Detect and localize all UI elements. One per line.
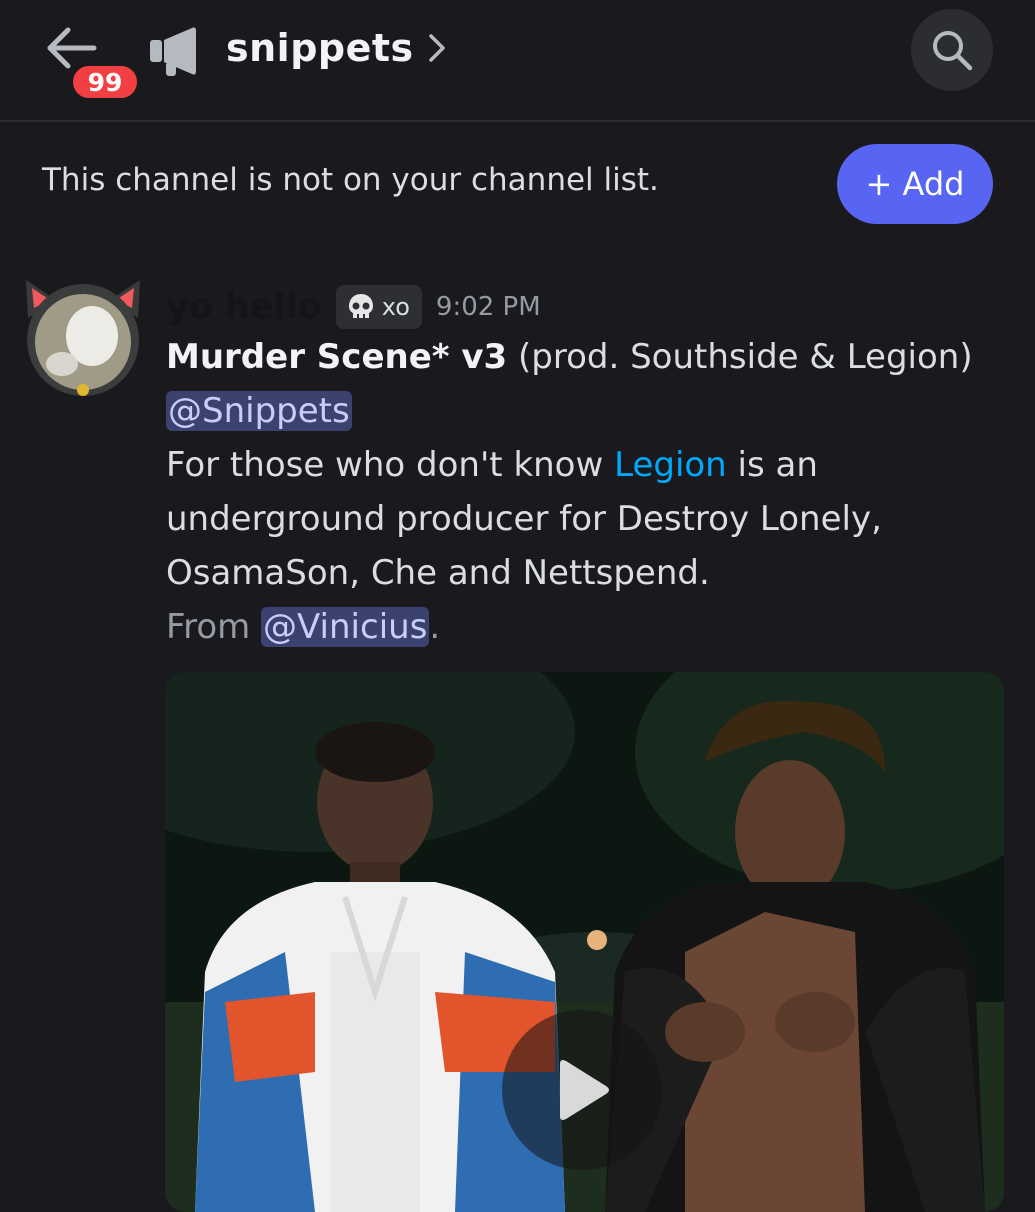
body-text: For those who don't know	[166, 445, 615, 485]
unread-badge: 99	[69, 62, 141, 102]
search-icon	[933, 31, 973, 71]
megaphone-icon	[150, 27, 196, 76]
message-header: yo hello xo 9:02 PM	[166, 284, 541, 330]
body-line-3: OsamaSon, Che and Nettspend.	[166, 553, 710, 593]
channel-title-button[interactable]: snippets	[226, 20, 446, 76]
timestamp: 9:02 PM	[435, 292, 541, 322]
server-tag-label: xo	[381, 293, 410, 321]
search-button[interactable]	[911, 9, 993, 91]
play-icon	[560, 1060, 609, 1120]
video-attachment[interactable]	[165, 672, 1004, 1212]
body-text: is an	[726, 445, 818, 485]
song-title-line: Murder Scene* v3 (prod. Southside & Legi…	[166, 337, 973, 377]
avatar[interactable]	[22, 278, 144, 396]
user-mention[interactable]: @Vinicius	[261, 607, 430, 647]
play-button[interactable]	[502, 1010, 662, 1170]
username[interactable]: yo hello	[166, 287, 322, 327]
add-channel-button[interactable]: + Add	[837, 144, 993, 224]
from-text: .	[429, 607, 441, 647]
body-line-1: For those who don't know Legion is an	[166, 445, 818, 485]
from-text: From	[166, 607, 262, 647]
legion-link[interactable]: Legion	[614, 445, 727, 485]
channel-header: 99 snippets	[0, 0, 1035, 122]
body-line-2: underground producer for Destroy Lonely,	[166, 499, 882, 539]
channel-notice: This channel is not on your channel list…	[42, 162, 659, 198]
server-tag[interactable]: xo	[335, 285, 422, 329]
song-credits: (prod. Southside & Legion)	[507, 337, 973, 377]
from-line: From @Vinicius.	[166, 607, 440, 647]
role-mention-line: @Snippets	[166, 391, 352, 431]
chevron-right-icon	[428, 34, 445, 62]
song-title: Murder Scene* v3	[166, 337, 508, 377]
channel-name: snippets	[226, 26, 414, 70]
skull-icon	[348, 294, 373, 318]
role-mention[interactable]: @Snippets	[166, 391, 352, 431]
